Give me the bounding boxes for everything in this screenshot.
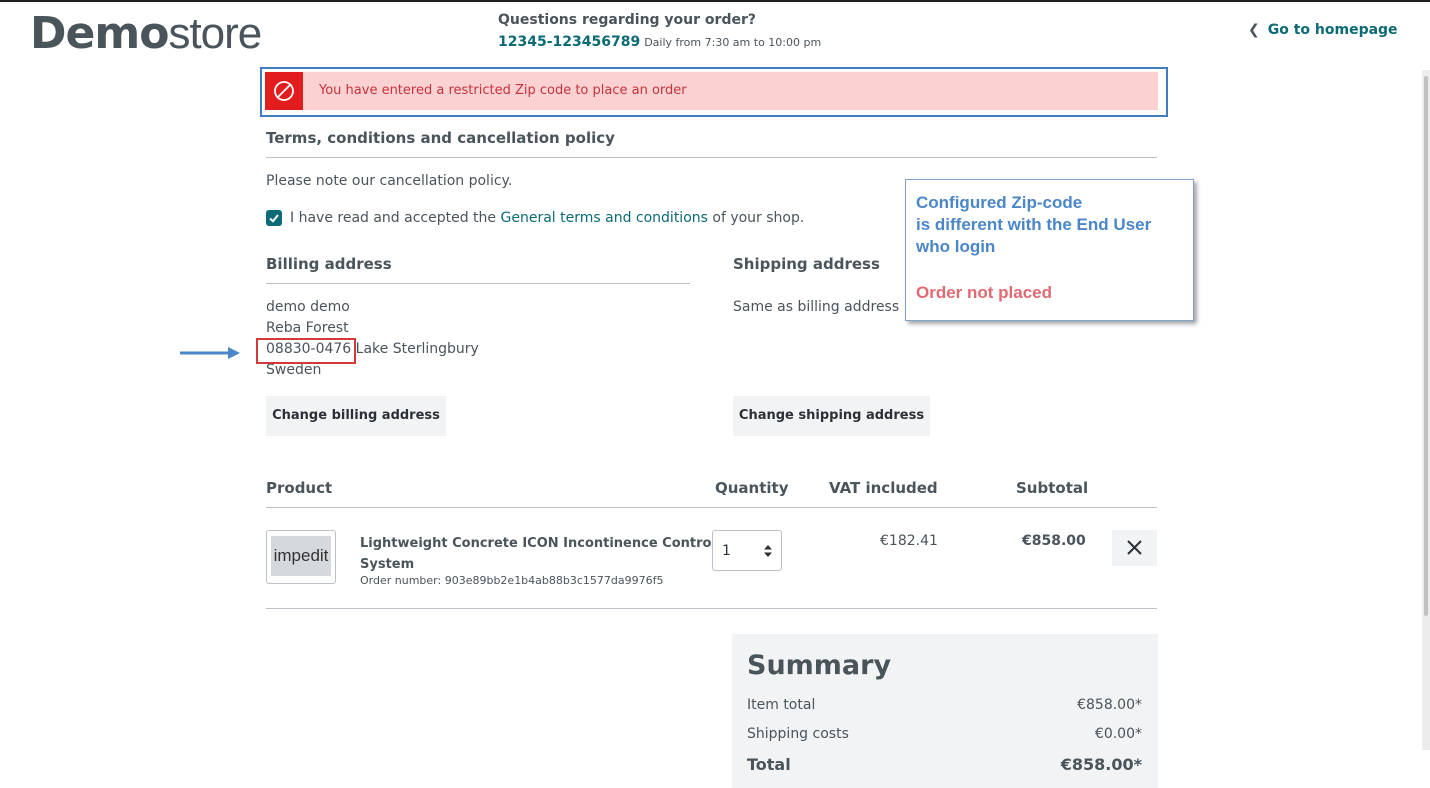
close-icon <box>1127 540 1142 555</box>
product-name-line-1: Lightweight Concrete ICON Incontinence C… <box>360 536 716 551</box>
terms-checkbox[interactable] <box>266 210 282 226</box>
order-number: Order number: 903e89bb2e1b4ab88b3c1577da… <box>360 574 664 587</box>
total-label: Total <box>747 755 791 774</box>
phone-number[interactable]: 12345-123456789 <box>498 34 640 50</box>
go-to-homepage-link[interactable]: ❮ Go to homepage <box>1248 22 1398 38</box>
arrow-right-icon <box>180 347 240 359</box>
chevron-left-icon: ❮ <box>1248 22 1260 38</box>
general-terms-link[interactable]: General terms and conditions <box>501 210 708 226</box>
shipping-same-as-billing: Same as billing address <box>733 299 900 315</box>
select-arrows-icon <box>764 545 772 557</box>
shipping-costs-label: Shipping costs <box>747 726 849 742</box>
alert-message: You have entered a restricted Zip code t… <box>319 83 687 98</box>
questions-title: Questions regarding your order? <box>498 12 756 28</box>
summary-title: Summary <box>747 650 892 681</box>
shipping-costs-value: €0.00* <box>1094 726 1142 742</box>
change-shipping-address-button[interactable]: Change shipping address <box>733 396 930 436</box>
header-subtotal: Subtotal <box>1016 479 1089 497</box>
billing-name: demo demo <box>266 299 350 315</box>
header-product: Product <box>266 479 333 497</box>
terms-checkbox-label: I have read and accepted the General ter… <box>290 210 804 226</box>
hours-text: Daily from 7:30 am to 10:00 pm <box>644 36 822 49</box>
header-vat: VAT included <box>829 479 938 497</box>
header-quantity: Quantity <box>715 479 789 497</box>
billing-divider <box>266 283 690 284</box>
product-name-link[interactable]: Lightweight Concrete ICON Incontinence C… <box>360 533 716 575</box>
terms-title: Terms, conditions and cancellation polic… <box>266 129 615 147</box>
terms-suffix: of your shop. <box>712 210 805 226</box>
callout-order-not-placed: Order not placed <box>916 283 1053 302</box>
item-total-label: Item total <box>747 697 816 713</box>
remove-item-button[interactable] <box>1112 530 1157 566</box>
check-icon <box>269 214 279 223</box>
item-vat: €182.41 <box>880 533 938 549</box>
table-header-divider <box>266 507 1157 508</box>
blocked-icon <box>265 72 303 110</box>
terms-prefix: I have read and accepted the <box>290 210 497 226</box>
item-subtotal: €858.00 <box>1022 533 1086 549</box>
change-billing-address-button[interactable]: Change billing address <box>266 396 446 436</box>
home-link-label: Go to homepage <box>1267 22 1398 38</box>
billing-street: Reba Forest <box>266 320 349 336</box>
quantity-value: 1 <box>722 543 731 559</box>
scrollbar-thumb[interactable] <box>1424 76 1428 616</box>
table-bottom-divider <box>266 608 1157 609</box>
item-total-value: €858.00* <box>1077 697 1142 713</box>
product-name-line-2: System <box>360 557 415 572</box>
billing-city: Lake Sterlingbury <box>355 341 479 357</box>
cancellation-policy-link[interactable]: Please note our cancellation policy. <box>266 173 512 189</box>
callout-line-3: who login <box>916 237 996 256</box>
billing-country: Sweden <box>266 362 322 378</box>
product-image: impedit <box>271 536 331 576</box>
top-border <box>0 0 1430 2</box>
divider <box>266 157 1157 158</box>
callout-line-1: Configured Zip-code <box>916 193 1083 212</box>
store-logo[interactable]: Demostore <box>30 8 262 59</box>
total-value: €858.00* <box>1060 755 1142 774</box>
phone-line: 12345-123456789 Daily from 7:30 am to 10:… <box>498 34 821 50</box>
callout-line-2: is different with the End User <box>916 215 1152 234</box>
billing-title: Billing address <box>266 255 392 273</box>
zip-highlight-box <box>256 338 356 364</box>
shipping-title: Shipping address <box>733 255 880 273</box>
